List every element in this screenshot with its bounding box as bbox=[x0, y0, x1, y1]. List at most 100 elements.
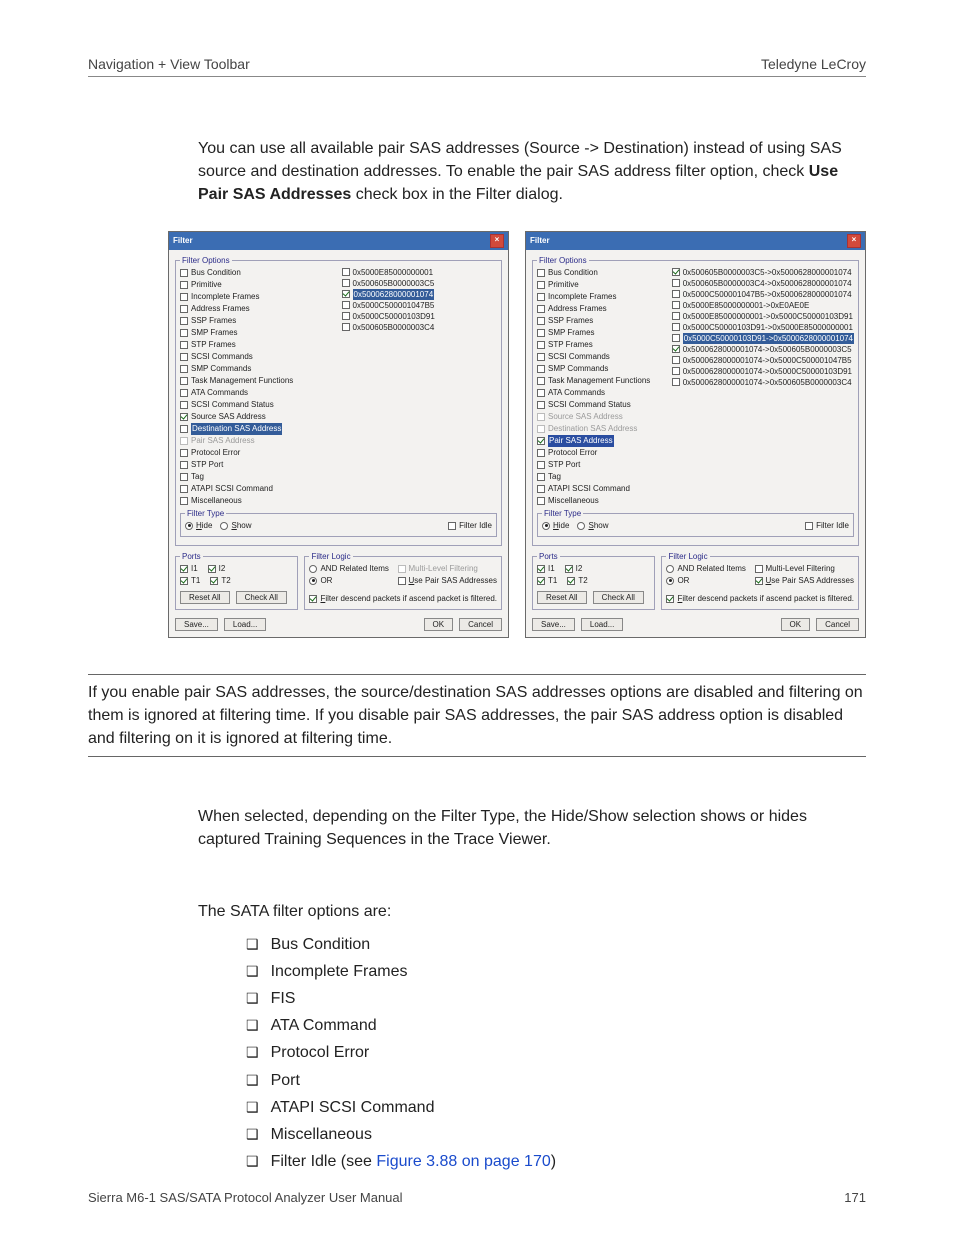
checkbox-icon[interactable] bbox=[180, 425, 188, 433]
checkbox-icon[interactable] bbox=[537, 377, 545, 385]
checkbox-icon[interactable] bbox=[537, 365, 545, 373]
close-icon[interactable]: × bbox=[490, 234, 504, 248]
dialog-title: Filter bbox=[530, 236, 550, 245]
checkbox-icon[interactable] bbox=[180, 497, 188, 505]
checkbox-icon[interactable] bbox=[342, 268, 350, 276]
checkbox-icon[interactable] bbox=[672, 334, 680, 342]
checkbox-icon[interactable] bbox=[537, 437, 545, 445]
checkbox-icon[interactable] bbox=[537, 449, 545, 457]
checkbox-icon[interactable] bbox=[672, 356, 680, 364]
checkbox-icon[interactable] bbox=[537, 281, 545, 289]
checkbox-icon[interactable] bbox=[180, 485, 188, 493]
checkbox-icon[interactable] bbox=[180, 353, 188, 361]
checkbox-icon[interactable] bbox=[180, 293, 188, 301]
ok-button[interactable]: OK bbox=[781, 618, 811, 631]
checkbox-icon[interactable] bbox=[755, 577, 763, 585]
checkbox-icon[interactable] bbox=[565, 565, 573, 573]
checkbox-icon[interactable] bbox=[180, 473, 188, 481]
checkbox-icon[interactable] bbox=[537, 497, 545, 505]
checkbox-icon[interactable] bbox=[537, 461, 545, 469]
checkbox-icon[interactable] bbox=[180, 577, 188, 585]
checkbox-icon[interactable] bbox=[180, 329, 188, 337]
checkbox-icon[interactable] bbox=[537, 577, 545, 585]
checkbox-icon[interactable] bbox=[180, 281, 188, 289]
checkbox-icon[interactable] bbox=[672, 279, 680, 287]
checkbox-icon[interactable] bbox=[180, 449, 188, 457]
checkbox-row: ATA Commands bbox=[180, 387, 336, 399]
checkbox-icon[interactable] bbox=[567, 577, 575, 585]
checkbox-icon[interactable] bbox=[180, 413, 188, 421]
checkbox-icon[interactable] bbox=[537, 473, 545, 481]
check-all-button[interactable]: Check All bbox=[236, 591, 287, 604]
checkbox-icon[interactable] bbox=[672, 301, 680, 309]
cancel-button[interactable]: Cancel bbox=[459, 618, 502, 631]
check-all-button[interactable]: Check All bbox=[593, 591, 644, 604]
load-button[interactable]: Load... bbox=[224, 618, 266, 631]
checkbox-icon[interactable] bbox=[537, 353, 545, 361]
cancel-button[interactable]: Cancel bbox=[816, 618, 859, 631]
checkbox-icon[interactable] bbox=[342, 290, 350, 298]
checkbox-icon[interactable] bbox=[537, 341, 545, 349]
checkbox-icon[interactable] bbox=[309, 595, 317, 603]
checkbox-icon[interactable] bbox=[537, 389, 545, 397]
checkbox-icon[interactable] bbox=[537, 305, 545, 313]
checkbox-icon[interactable] bbox=[342, 301, 350, 309]
radio-label: Show bbox=[231, 520, 251, 532]
radio-row[interactable]: AND Related Items bbox=[666, 563, 745, 575]
radio-row[interactable]: OR bbox=[309, 575, 388, 587]
checkbox-icon[interactable] bbox=[672, 323, 680, 331]
close-icon[interactable]: × bbox=[847, 234, 861, 248]
checkbox-label: ATA Commands bbox=[191, 387, 248, 399]
checkbox-icon[interactable] bbox=[666, 595, 674, 603]
radio-label: AND Related Items bbox=[677, 563, 745, 575]
checkbox-icon[interactable] bbox=[342, 312, 350, 320]
checkbox-icon[interactable] bbox=[672, 378, 680, 386]
checkbox-label: 0x5000C500001047B5 bbox=[353, 300, 435, 311]
radio-row[interactable]: Show bbox=[577, 520, 608, 532]
checkbox-icon[interactable] bbox=[180, 269, 188, 277]
checkbox-icon[interactable] bbox=[180, 565, 188, 573]
checkbox-icon[interactable] bbox=[672, 268, 680, 276]
checkbox-icon[interactable] bbox=[537, 485, 545, 493]
checkbox-icon[interactable] bbox=[672, 367, 680, 375]
checkbox-icon[interactable] bbox=[672, 345, 680, 353]
ok-button[interactable]: OK bbox=[424, 618, 454, 631]
checkbox-icon[interactable] bbox=[537, 401, 545, 409]
checkbox-icon[interactable] bbox=[210, 577, 218, 585]
save-button[interactable]: Save... bbox=[532, 618, 575, 631]
reset-all-button[interactable]: Reset All bbox=[537, 591, 587, 604]
checkbox-icon[interactable] bbox=[342, 323, 350, 331]
checkbox-icon[interactable] bbox=[537, 317, 545, 325]
radio-row[interactable]: Hide bbox=[185, 520, 212, 532]
checkbox-icon[interactable] bbox=[180, 317, 188, 325]
checkbox-icon[interactable] bbox=[180, 401, 188, 409]
checkbox-icon[interactable] bbox=[180, 341, 188, 349]
checkbox-icon[interactable] bbox=[448, 522, 456, 530]
radio-row[interactable]: Show bbox=[220, 520, 251, 532]
checkbox-icon[interactable] bbox=[755, 565, 763, 573]
checkbox-icon[interactable] bbox=[342, 279, 350, 287]
checkbox-icon[interactable] bbox=[672, 290, 680, 298]
save-button[interactable]: Save... bbox=[175, 618, 218, 631]
checkbox-icon[interactable] bbox=[805, 522, 813, 530]
checkbox-icon[interactable] bbox=[180, 389, 188, 397]
radio-row[interactable]: Hide bbox=[542, 520, 569, 532]
checkbox-icon[interactable] bbox=[537, 329, 545, 337]
checkbox-icon[interactable] bbox=[537, 565, 545, 573]
checkbox-icon[interactable] bbox=[180, 305, 188, 313]
checkbox-label: 0x5000E85000000001->0x5000C50000103D91 bbox=[683, 311, 853, 322]
load-button[interactable]: Load... bbox=[581, 618, 623, 631]
checkbox-icon[interactable] bbox=[537, 269, 545, 277]
radio-row[interactable]: OR bbox=[666, 575, 745, 587]
checkbox-icon[interactable] bbox=[208, 565, 216, 573]
checkbox-icon[interactable] bbox=[180, 365, 188, 373]
radio-row[interactable]: AND Related Items bbox=[309, 563, 388, 575]
checkbox-icon[interactable] bbox=[398, 577, 406, 585]
reset-all-button[interactable]: Reset All bbox=[180, 591, 230, 604]
checkbox-icon[interactable] bbox=[180, 377, 188, 385]
checkbox-icon[interactable] bbox=[537, 293, 545, 301]
checkbox-icon[interactable] bbox=[180, 461, 188, 469]
checkbox-icon[interactable] bbox=[672, 312, 680, 320]
checkbox-icon bbox=[398, 565, 406, 573]
xref-link[interactable]: Figure 3.88 on page 170 bbox=[376, 1153, 550, 1170]
